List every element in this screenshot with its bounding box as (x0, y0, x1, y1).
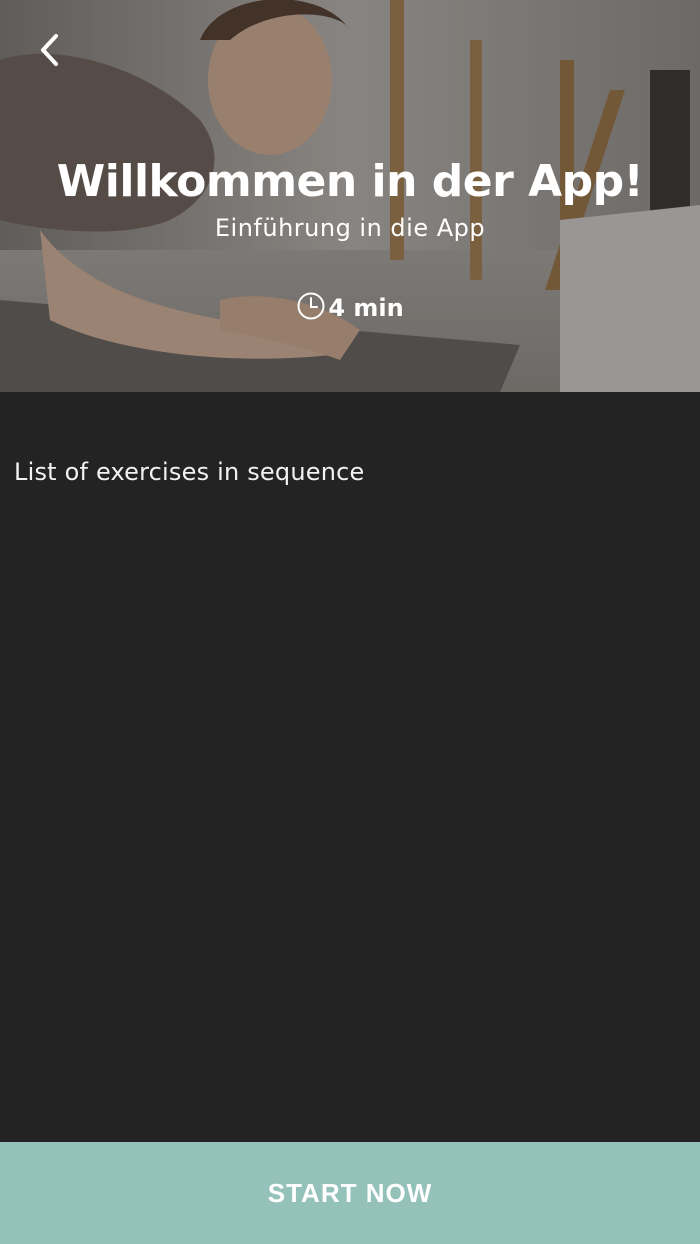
workout-detail-screen: Willkommen in der App! Einführung in die… (0, 0, 700, 1244)
duration-value: 4 min (328, 294, 404, 322)
page-title: Willkommen in der App! (56, 156, 644, 207)
clock-icon (297, 292, 325, 320)
chevron-left-icon (41, 34, 58, 66)
start-now-button[interactable]: START NOW (0, 1142, 700, 1244)
back-button[interactable] (28, 26, 72, 74)
exercise-list-heading: List of exercises in sequence (14, 458, 365, 486)
exercise-list (0, 500, 700, 1130)
hero-header: Willkommen in der App! Einführung in die… (0, 0, 700, 392)
page-subtitle: Einführung in die App (214, 214, 486, 242)
duration-badge: 4 min (0, 288, 700, 328)
